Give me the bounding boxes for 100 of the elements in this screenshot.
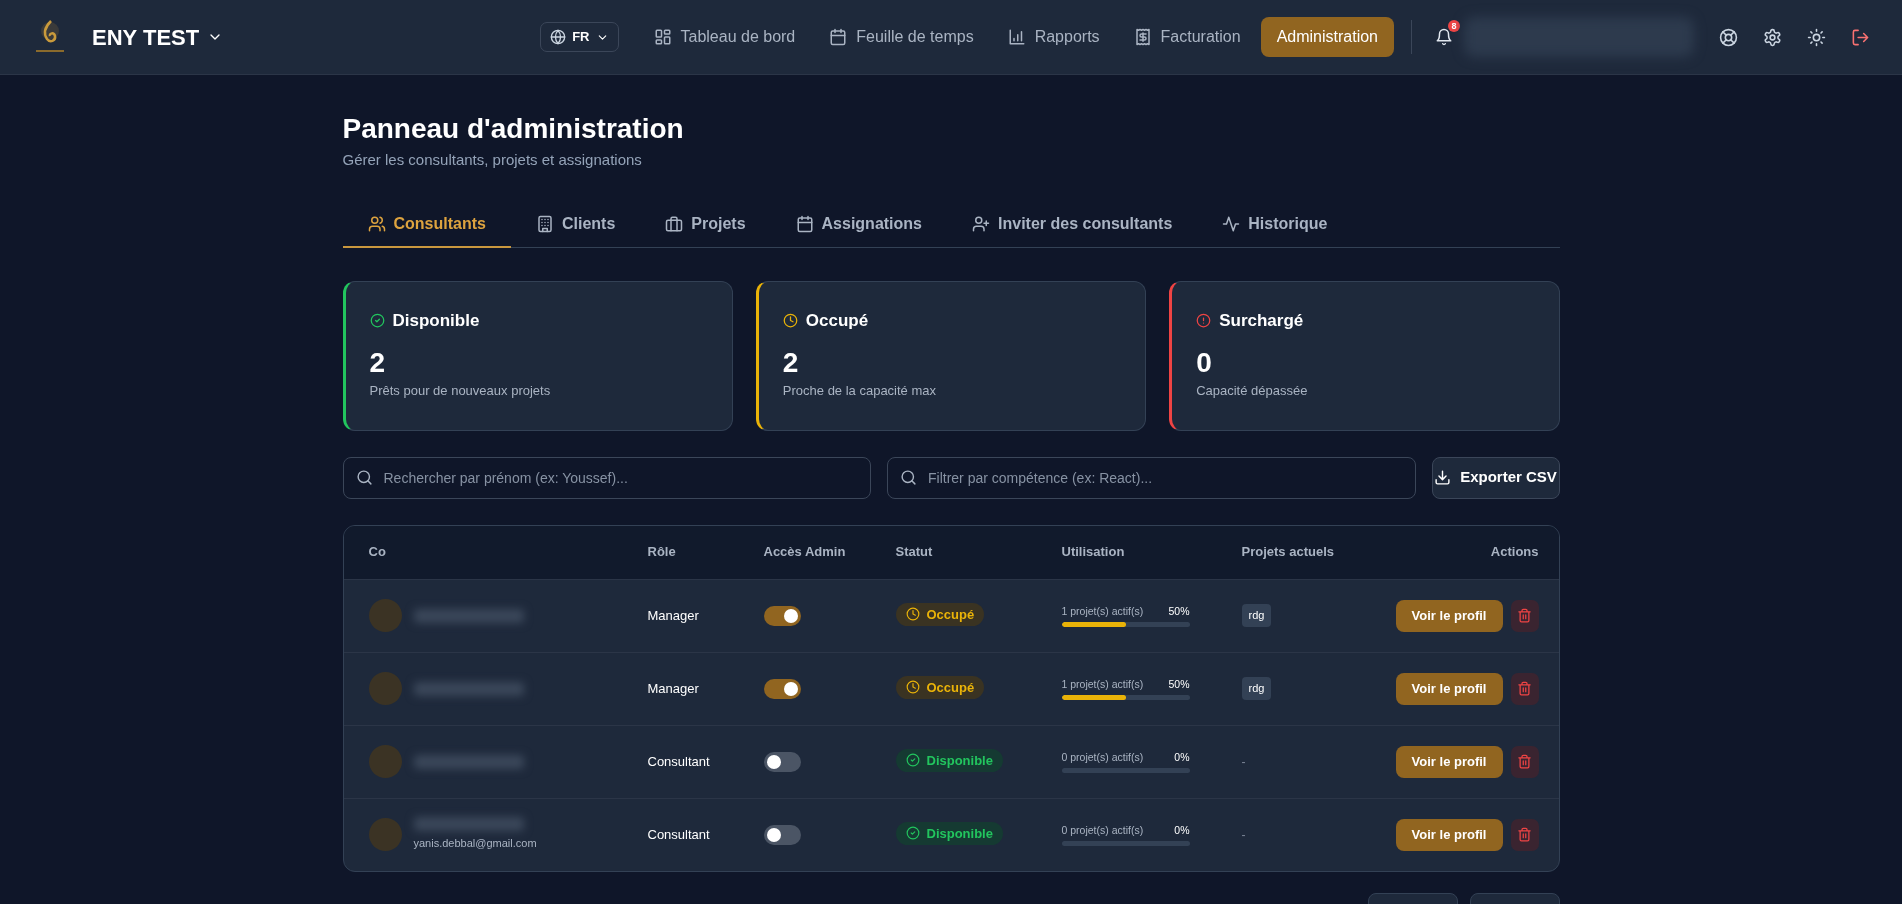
search-field[interactable]: Rechercher par prénom (ex: Youssef)... xyxy=(342,456,871,499)
role-text: Manager xyxy=(647,679,699,698)
bell-icon xyxy=(1435,28,1453,46)
tab[interactable]: Assignations xyxy=(770,201,947,248)
stat-value: 2 xyxy=(782,347,800,379)
status-badge: Disponible xyxy=(895,748,1003,772)
stat-caption: Proche de la capacité max xyxy=(782,382,938,400)
workspace-switcher[interactable]: ENY TEST xyxy=(92,20,224,54)
delete-button[interactable] xyxy=(1510,745,1539,778)
search-icon xyxy=(355,468,373,486)
activity-icon xyxy=(1222,214,1241,233)
delete-button[interactable] xyxy=(1510,599,1539,632)
column-header: Accès Admin xyxy=(763,543,846,562)
lifebuoy-icon[interactable] xyxy=(1718,27,1738,47)
tab[interactable]: Projets xyxy=(640,201,771,248)
briefcase-icon xyxy=(665,214,684,233)
avatar xyxy=(368,745,402,778)
column-header: Rôle xyxy=(647,543,676,562)
trash-icon xyxy=(1517,681,1532,696)
utilisation-percent: 50% xyxy=(1168,676,1190,692)
role-text: Consultant xyxy=(647,825,710,844)
status-badge: Disponible xyxy=(895,821,1003,845)
calendar-icon xyxy=(795,214,814,233)
stat-title: Occupé xyxy=(805,309,869,332)
clock-icon xyxy=(905,680,920,695)
filter-field[interactable]: Filtrer par compétence (ex: React)... xyxy=(887,456,1416,499)
notifications-button[interactable]: 8 xyxy=(1430,23,1458,51)
view-profile-button[interactable]: Voir le profil xyxy=(1395,672,1503,705)
trash-icon xyxy=(1517,608,1532,623)
stat-caption: Prêts pour de nouveaux projets xyxy=(369,382,552,400)
stat-caption: Capacité dépassée xyxy=(1196,382,1309,400)
nav-link[interactable]: Facturation xyxy=(1119,17,1255,57)
utilisation-percent: 0% xyxy=(1174,822,1190,838)
page-title: Panneau d'administration xyxy=(342,112,685,146)
column-header: Statut xyxy=(895,543,933,562)
view-profile-button[interactable]: Voir le profil xyxy=(1395,599,1503,632)
language-selector[interactable]: FR xyxy=(540,22,619,52)
nav-link[interactable]: Rapports xyxy=(993,17,1114,57)
user-plus-icon xyxy=(972,214,990,233)
admin-toggle[interactable] xyxy=(763,751,801,772)
check-circle-icon xyxy=(369,312,385,328)
stat-value: 2 xyxy=(369,347,387,379)
globe-icon xyxy=(550,29,567,45)
logout-icon[interactable] xyxy=(1850,27,1870,47)
building-icon xyxy=(535,214,554,233)
stat-title: Disponible xyxy=(392,309,480,332)
empty-projects-text: - xyxy=(1241,826,1246,844)
projects-count: 1 projet(s) actif(s) xyxy=(1061,603,1144,619)
role-text: Manager xyxy=(647,606,699,625)
bar-chart-icon xyxy=(1007,28,1026,46)
utilisation-percent: 0% xyxy=(1174,749,1190,765)
users-icon xyxy=(367,214,386,233)
column-header: Co xyxy=(368,543,386,562)
clock-icon xyxy=(905,607,920,622)
trash-icon xyxy=(1517,754,1532,769)
tab[interactable]: Inviter des consultants xyxy=(947,201,1198,248)
project-tag: rdg xyxy=(1241,677,1272,700)
check-circle-icon xyxy=(905,753,920,768)
download-icon xyxy=(1434,469,1452,486)
search-icon xyxy=(900,468,917,486)
delete-button[interactable] xyxy=(1510,672,1539,705)
projects-count: 0 projet(s) actif(s) xyxy=(1061,749,1144,765)
projects-count: 0 projet(s) actif(s) xyxy=(1061,822,1144,838)
project-tag: rdg xyxy=(1241,604,1272,627)
admin-toggle[interactable] xyxy=(763,678,801,699)
avatar xyxy=(368,818,402,851)
sun-icon[interactable] xyxy=(1806,27,1826,47)
settings-icon[interactable] xyxy=(1762,27,1782,47)
tab[interactable]: Clients xyxy=(510,201,641,248)
trash-icon xyxy=(1517,827,1532,842)
view-profile-button[interactable]: Voir le profil xyxy=(1395,818,1503,851)
stat-title: Surchargé xyxy=(1219,309,1304,332)
empty-projects-text: - xyxy=(1241,753,1246,771)
view-profile-button[interactable]: Voir le profil xyxy=(1395,745,1503,778)
notification-count: 8 xyxy=(1448,20,1460,32)
grid-icon xyxy=(653,28,672,46)
admin-toggle[interactable] xyxy=(763,824,801,845)
projects-count: 1 projet(s) actif(s) xyxy=(1061,676,1144,692)
receipt-icon xyxy=(1133,28,1152,46)
consultant-email: yanis.debbal@gmail.com xyxy=(413,836,537,852)
admin-toggle[interactable] xyxy=(763,605,801,626)
nav-link[interactable]: Tableau de bord xyxy=(639,17,810,57)
check-circle-icon xyxy=(905,826,920,841)
calendar-icon xyxy=(829,28,848,46)
utilisation-percent: 50% xyxy=(1168,603,1190,619)
avatar xyxy=(368,672,402,705)
status-badge: Occupé xyxy=(895,675,985,699)
nav-link[interactable]: Administration xyxy=(1260,17,1394,57)
column-header: Actions xyxy=(1490,543,1539,562)
alert-circle-icon xyxy=(1196,312,1212,328)
column-header: Projets actuels xyxy=(1241,543,1334,562)
export-button[interactable]: Exporter CSV xyxy=(1431,456,1560,499)
delete-button[interactable] xyxy=(1510,818,1539,851)
nav-link[interactable]: Feuille de temps xyxy=(815,17,988,57)
page-subtitle: Gérer les consultants, projets et assignations xyxy=(342,150,643,170)
role-text: Consultant xyxy=(647,752,710,771)
status-badge: Occupé xyxy=(895,602,985,626)
tab[interactable]: Historique xyxy=(1197,201,1353,248)
avatar xyxy=(368,599,402,632)
tab[interactable]: Consultants xyxy=(342,201,511,248)
